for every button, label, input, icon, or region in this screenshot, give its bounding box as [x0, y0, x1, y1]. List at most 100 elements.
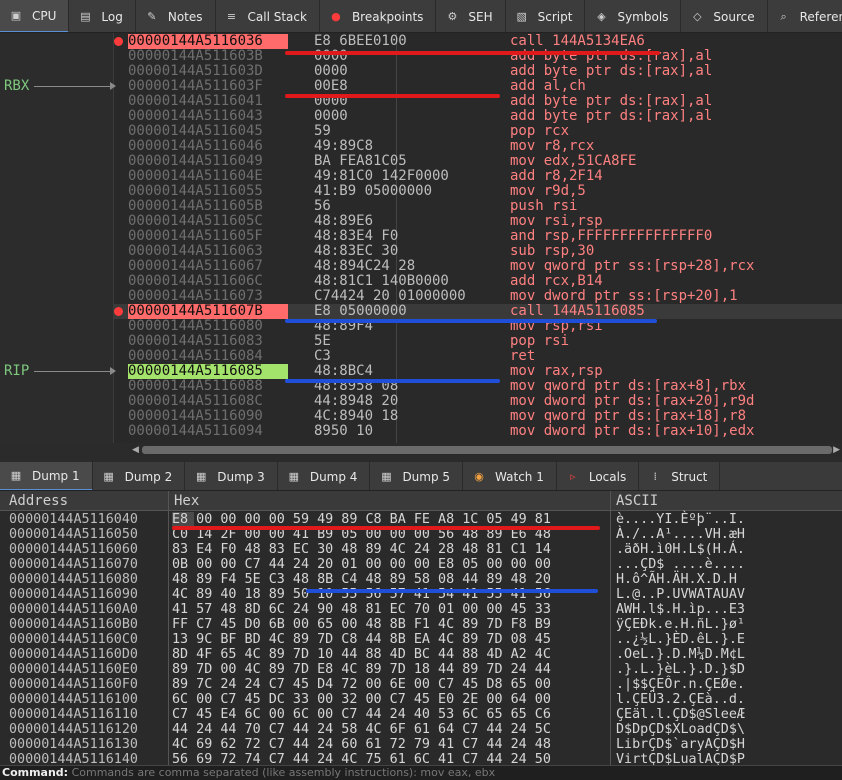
instruction-bytes: C74424 20 01000000	[314, 288, 466, 304]
tab-struct[interactable]: ⁞ Struct	[639, 462, 721, 490]
dump-row[interactable]: 00000144A5116040 E8 00 00 00 00 59 49 89 …	[0, 513, 842, 527]
instruction-address: 00000144A511605B	[128, 198, 263, 214]
tab-dump-5[interactable]: ▦ Dump 5	[370, 462, 464, 490]
instruction-address: 00000144A511603D	[128, 63, 263, 79]
command-input[interactable]: Commands are comma separated (like assem…	[72, 766, 496, 779]
scrollbar-thumb[interactable]	[142, 446, 832, 454]
tab-watch-1[interactable]: ◉ Watch 1	[463, 462, 557, 490]
dump-row[interactable]: 00000144A5116080 48 89 F4 5E C3 48 8B C4 …	[0, 573, 842, 587]
dump-row[interactable]: 00000144A51160E0 89 7D 00 4C 89 7D E8 4C …	[0, 663, 842, 677]
dump-row[interactable]: 00000144A5116100 6C 00 C7 45 DC 33 00 32 …	[0, 693, 842, 707]
instruction-address: 00000144A5116088	[128, 378, 263, 394]
dump-row[interactable]: 00000144A5116130 4C 69 62 72 C7 44 24 60 …	[0, 738, 842, 752]
breakpoint-icon[interactable]	[114, 37, 123, 46]
breakpoint-icon[interactable]	[114, 307, 123, 316]
tab-call-stack[interactable]: ≡ Call Stack	[215, 0, 320, 32]
disassembly-view[interactable]: RBX RIP 00000144A5116036 E8 6BEE0100 call …	[0, 33, 842, 443]
tab-script[interactable]: ▧ Script	[505, 0, 586, 32]
tab-breakpoints[interactable]: ● Breakpoints	[319, 0, 437, 32]
dump-address: 00000144A5116110	[9, 707, 138, 722]
dump-row[interactable]: 00000144A51160D0 8D 4F 65 4C 89 7D 10 44 …	[0, 648, 842, 662]
dump-row[interactable]: 00000144A51160F0 89 7C 24 24 C7 45 D4 72 …	[0, 678, 842, 692]
dump-ascii: À./..A¹....VH.æH	[616, 527, 745, 542]
tab-log[interactable]: ▤ Log	[69, 0, 136, 32]
tab-label: Watch 1	[495, 469, 544, 484]
hex-column-header[interactable]: Hex	[174, 493, 199, 509]
dump-hex-bytes: C0 14 2F 00 00 41 B9 05 00 00 00 56 48 8…	[172, 527, 551, 542]
disasm-row[interactable]: 00000144A5116063 48:83EC 30 sub rsp,30	[114, 244, 842, 259]
dump-row[interactable]: 00000144A5116060 83 E4 F0 48 83 EC 30 48 …	[0, 543, 842, 557]
disasm-row[interactable]: 00000144A511605B 56 push rsi	[114, 199, 842, 214]
scroll-left-icon[interactable]: ◀	[132, 445, 139, 455]
disasm-row[interactable]: 00000144A5116084 C3 ret	[114, 349, 842, 364]
dump-ascii: è....YI.Èºþ¨..I.	[616, 512, 745, 527]
tab-dump-2[interactable]: ▦ Dump 2	[92, 462, 186, 490]
disasm-row[interactable]: 00000144A5116090 4C:8940 18 mov qword ptr …	[114, 409, 842, 424]
dump-address: 00000144A51160E0	[9, 662, 138, 677]
tab-dump-1[interactable]: ▦ Dump 1	[0, 462, 93, 490]
dump-row[interactable]: 00000144A5116050 C0 14 2F 00 00 41 B9 05 …	[0, 528, 842, 542]
dump-row[interactable]: 00000144A5116110 C7 45 E4 6C 00 6C 00 C7 …	[0, 708, 842, 722]
dump-row[interactable]: 00000144A51160C0 13 9C BF BD 4C 89 7D C8 …	[0, 633, 842, 647]
instruction-address: 00000144A5116073	[128, 288, 263, 304]
ascii-column-header[interactable]: ASCII	[616, 493, 658, 509]
disasm-row[interactable]: 00000144A511604E 49:81C0 142F0000 add r8,2…	[114, 169, 842, 184]
disasm-row[interactable]: 00000144A5116036 E8 6BEE0100 call 144A5134…	[114, 34, 842, 49]
dump-hex-bytes: 41 57 48 8D 6C 24 90 48 81 EC 70 01 00 0…	[172, 602, 551, 617]
tab-symbols[interactable]: ◈ Symbols	[585, 0, 682, 32]
tab-source[interactable]: ◇ Source	[681, 0, 768, 32]
disasm-row[interactable]: 00000144A5116083 5E pop rsi	[114, 334, 842, 349]
disasm-row[interactable]: 00000144A511603F 00E8 add al,ch	[114, 79, 842, 94]
disasm-row[interactable]: 00000144A511608C 44:8948 20 mov dword ptr …	[114, 394, 842, 409]
tab-dump-4[interactable]: ▦ Dump 4	[277, 462, 371, 490]
disasm-row[interactable]: 00000144A5116073 C74424 20 01000000 mov dw…	[114, 289, 842, 304]
tab-label: Locals	[588, 469, 627, 484]
disasm-row[interactable]: 00000144A5116045 59 pop rcx	[114, 124, 842, 139]
disasm-row[interactable]: 00000144A511605F 48:83E4 F0 and rsp,FFFFFF…	[114, 229, 842, 244]
red-underline-mark	[285, 51, 660, 55]
instruction-bytes: 5E	[314, 333, 331, 349]
disasm-row[interactable]: 00000144A5116085 48:8BC4 mov rax,rsp	[114, 364, 842, 379]
horizontal-scrollbar[interactable]: ◀ ▶	[130, 443, 842, 457]
instruction-address: 00000144A5116046	[128, 138, 263, 154]
dump-hex-bytes: FF C7 45 D0 6B 00 65 00 48 8B F1 4C 89 7…	[172, 617, 551, 632]
dump-row[interactable]: 00000144A5116140 56 69 72 74 C7 44 24 4C …	[0, 753, 842, 765]
command-bar[interactable]: Command: Commands are comma separated (l…	[0, 765, 842, 780]
dump-row[interactable]: 00000144A5116070 0B 00 00 C7 44 24 20 01 …	[0, 558, 842, 572]
tab-notes[interactable]: ✎ Notes	[135, 0, 216, 32]
tab-seh[interactable]: ⚙ SEH	[436, 0, 506, 32]
instruction-address: 00000144A5116043	[128, 108, 263, 124]
dump-address: 00000144A5116060	[9, 542, 138, 557]
tab-cpu[interactable]: ▣ CPU	[0, 0, 70, 32]
tab-locals[interactable]: ▹ Locals	[556, 462, 640, 490]
disasm-row[interactable]: 00000144A5116049 BA FEA81C05 mov edx,51CA8…	[114, 154, 842, 169]
instruction-address: 00000144A5116049	[128, 153, 263, 169]
disasm-row[interactable]: 00000144A511605C 48:89E6 mov rsi,rsp	[114, 214, 842, 229]
instruction-address: 00000144A5116041	[128, 93, 263, 109]
disasm-row[interactable]: 00000144A511603D 0000 add byte ptr ds:[rax…	[114, 64, 842, 79]
dump-ascii: ..¿½L.}ÈD.êL.}.E	[616, 632, 745, 647]
scroll-right-icon[interactable]: ▶	[833, 445, 840, 455]
disasm-row[interactable]: 00000144A5116094 8950 10 mov dword ptr ds:…	[114, 424, 842, 439]
disasm-row[interactable]: 00000144A5116055 41:B9 05000000 mov r9d,5	[114, 184, 842, 199]
disasm-row[interactable]: 00000144A5116067 48:894C24 28 mov qword pt…	[114, 259, 842, 274]
tab-label: Dump 5	[402, 469, 451, 484]
hex-dump-view[interactable]: Address Hex ASCII 00000144A5116040 E8 00 …	[0, 491, 842, 765]
dump-row[interactable]: 00000144A51160A0 41 57 48 8D 6C 24 90 48 …	[0, 603, 842, 617]
tab-dump-3[interactable]: ▦ Dump 3	[185, 462, 278, 490]
disasm-row[interactable]: 00000144A5116046 49:89C8 mov r8,rcx	[114, 139, 842, 154]
dump-ascii: .OeL.}.D.M¼D.M¢L	[616, 647, 745, 662]
dump-row[interactable]: 00000144A51160B0 FF C7 45 D0 6B 00 65 00 …	[0, 618, 842, 632]
disasm-row[interactable]: 00000144A511606C 48:81C1 140B0000 add rcx,…	[114, 274, 842, 289]
instruction-address: 00000144A511603F	[128, 78, 263, 94]
instruction-text: mov rsi,rsp	[510, 213, 603, 229]
instruction-bytes: 56	[314, 198, 331, 214]
dump-row[interactable]: 00000144A5116120 44 24 44 70 C7 44 24 58 …	[0, 723, 842, 737]
disasm-row[interactable]: 00000144A511607B E8 05000000 call 144A5116…	[114, 304, 842, 319]
tab-referen[interactable]: ⌕ Referen	[767, 0, 842, 32]
tab-label: Breakpoints	[351, 9, 424, 24]
disasm-row[interactable]: 00000144A5116043 0000 add byte ptr ds:[rax…	[114, 109, 842, 124]
tab-label: Dump 3	[217, 469, 265, 484]
dump-address: 00000144A5116070	[9, 557, 138, 572]
address-column-header[interactable]: Address	[9, 493, 68, 509]
